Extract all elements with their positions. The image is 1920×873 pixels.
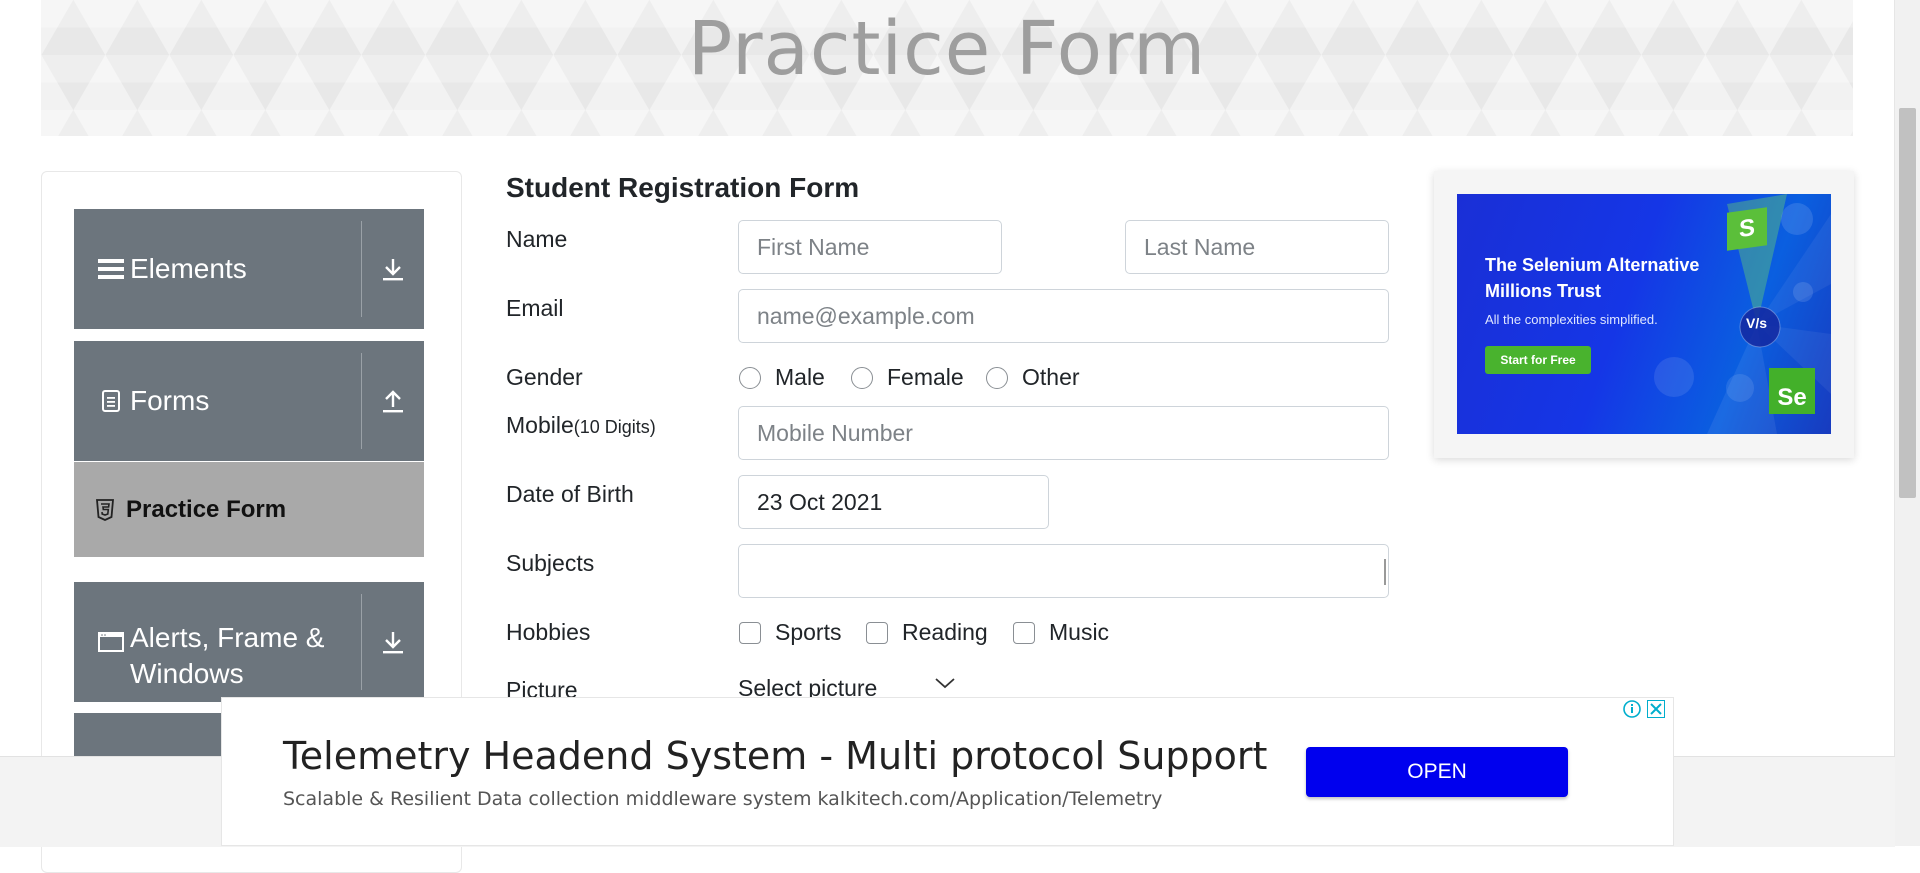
bottom-ad-banner[interactable]: Telemetry Headend System - Multi protoco… [221,697,1674,846]
hobby-music-checkbox[interactable]: Music [1013,619,1109,646]
html5-icon [96,498,122,521]
mobile-label-text: Mobile [506,412,574,438]
hamburger-icon [96,258,126,280]
page-title: Practice Form [687,6,1207,92]
last-name-input[interactable]: Last Name [1125,220,1389,274]
checkbox-label: Sports [775,619,842,645]
checkbox[interactable] [739,621,761,644]
bottom-ad-open-button[interactable]: OPEN [1306,747,1568,797]
document-icon [96,389,126,413]
hobbies-label: Hobbies [506,619,591,645]
chevron-down-icon[interactable] [934,676,956,695]
subjects-label: Subjects [506,550,595,576]
close-icon[interactable] [1645,698,1667,720]
sidebar-item-label: Practice Form [126,495,287,523]
side-ad-image[interactable]: S V/s Se The Selenium Alternative Millio… [1457,194,1831,434]
ad-s-logo: S [1727,207,1767,251]
gender-label: Gender [506,364,583,390]
sidebar-group-label: Alerts, Frame & Windows [130,622,325,689]
email-input[interactable]: name@example.com [738,289,1389,343]
ad-info-icon[interactable] [1621,698,1643,720]
sidebar-group-alerts[interactable]: Alerts, Frame & Windows [74,582,424,702]
hobby-sports-checkbox[interactable]: Sports [739,619,841,646]
radio-label: Other [1022,364,1080,390]
gender-female-radio[interactable]: Female [851,364,964,391]
name-label: Name [506,226,568,252]
radio-button[interactable] [739,366,761,389]
ad-vs-label: V/s [1746,315,1768,331]
gender-male-radio[interactable]: Male [739,364,825,391]
ad-se-logo: Se [1769,368,1815,414]
page-banner: Practice Form [41,0,1853,136]
download-arrow-icon[interactable] [362,582,424,702]
checkbox[interactable] [866,621,888,644]
page-scrollbar[interactable] [1894,0,1920,846]
window-icon [96,631,126,653]
form-title: Student Registration Form [506,172,860,203]
upload-arrow-icon[interactable] [362,341,424,461]
radio-label: Male [775,364,825,390]
ad-headline-line-1: The Selenium Alternative [1485,255,1700,275]
gender-other-radio[interactable]: Other [986,364,1080,391]
date-of-birth-input[interactable]: 23 Oct 2021 [738,475,1049,529]
text-cursor [1384,559,1386,585]
mobile-label: Mobile(10 Digits) [506,412,656,439]
email-label: Email [506,295,564,321]
hobby-reading-checkbox[interactable]: Reading [866,619,988,646]
checkbox-label: Music [1049,619,1110,645]
radio-button[interactable] [851,366,873,389]
ad-start-button[interactable]: Start for Free [1485,346,1591,374]
sidebar-item-practice-form[interactable]: Practice Form [74,462,424,557]
dob-label: Date of Birth [506,481,634,507]
first-name-input[interactable]: First Name [738,220,1002,274]
radio-label: Female [887,364,964,390]
mobile-input[interactable]: Mobile Number [738,406,1389,460]
bottom-ad-description: Scalable & Resilient Data collection mid… [283,788,1163,810]
sidebar-group-forms[interactable]: Forms [74,341,424,461]
ad-headline-line-2: Millions Trust [1485,281,1602,302]
mobile-hint: (10 Digits) [573,417,656,437]
download-arrow-icon[interactable] [362,209,424,329]
subjects-input[interactable] [738,544,1389,598]
bottom-ad-title[interactable]: Telemetry Headend System - Multi protoco… [283,734,1267,778]
checkbox-label: Reading [902,619,988,645]
sidebar-group-elements[interactable]: Elements [74,209,424,329]
checkbox[interactable] [1013,621,1035,644]
ad-headline: The Selenium Alternative Millions Trust [1485,252,1699,304]
scrollbar-thumb[interactable] [1899,108,1916,498]
ad-subtext: All the complexities simplified. [1485,312,1658,327]
radio-button[interactable] [986,366,1008,389]
